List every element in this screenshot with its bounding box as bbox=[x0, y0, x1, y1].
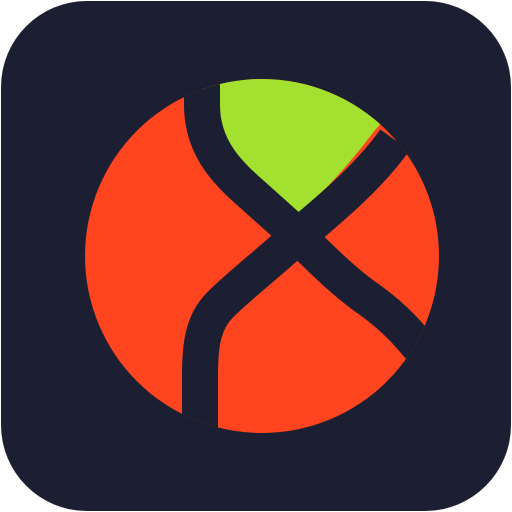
app-logo-icon[interactable] bbox=[0, 0, 512, 512]
app-logo-svg bbox=[1, 1, 511, 511]
canvas bbox=[0, 0, 512, 512]
